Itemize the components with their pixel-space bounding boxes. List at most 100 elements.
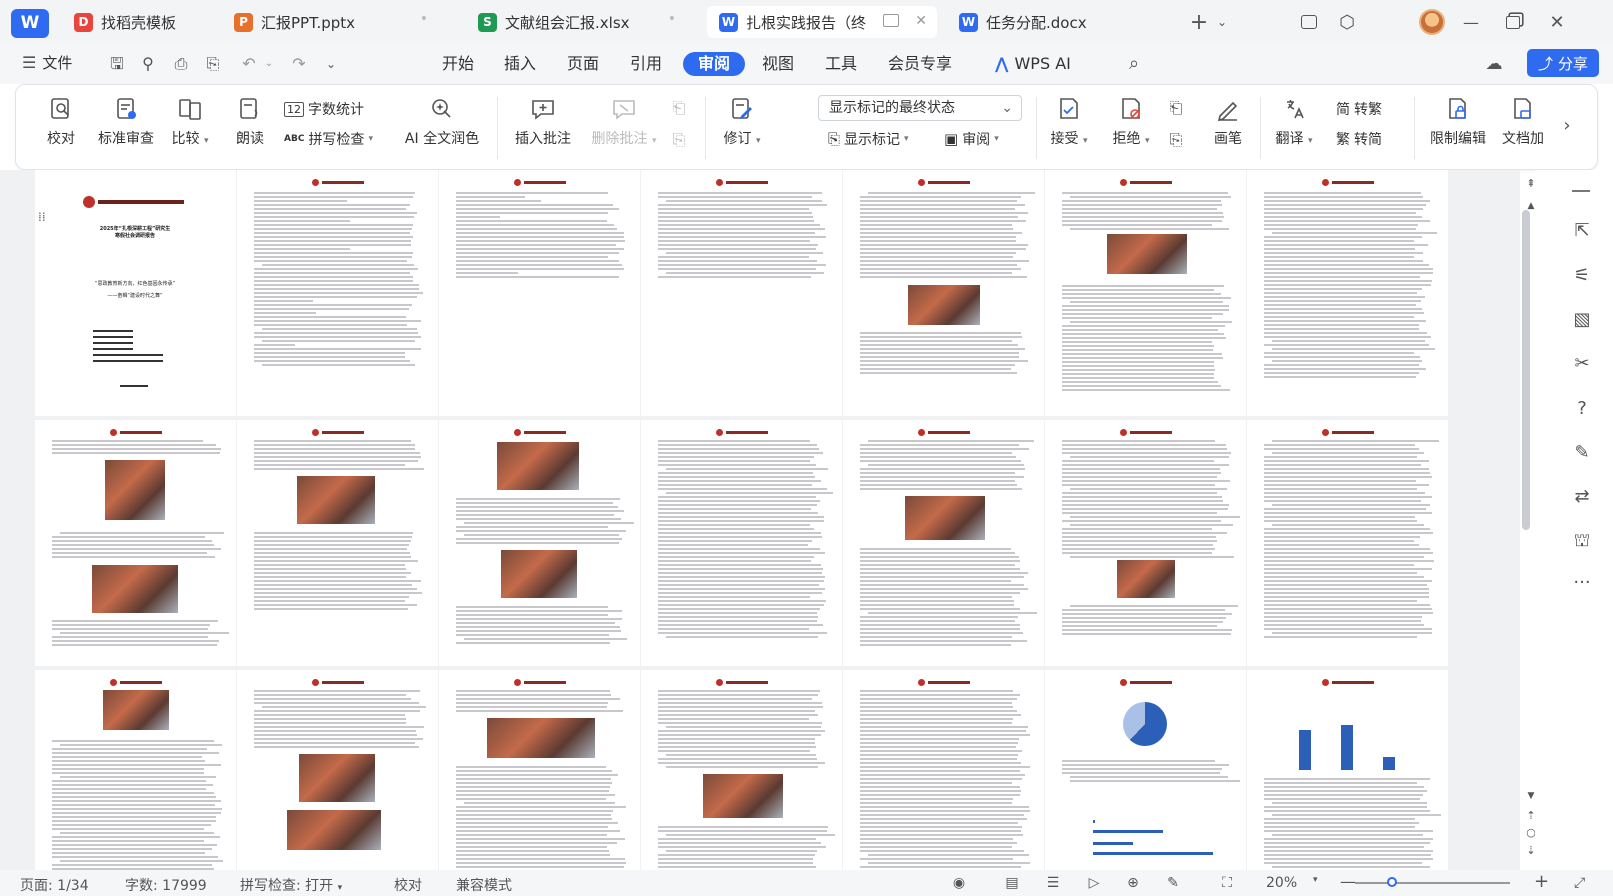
chevron-down-icon[interactable]: ⌄ <box>258 53 280 75</box>
write-icon[interactable]: ✎ <box>1164 874 1182 892</box>
minimize-icon[interactable]: — <box>1459 9 1483 35</box>
drag-handle-icon[interactable]: ⁞⁞ <box>38 211 46 223</box>
fullscreen-icon[interactable]: ⤢ <box>1574 875 1585 891</box>
page-thumbnail[interactable] <box>237 420 438 666</box>
zoom-slider-knob[interactable] <box>1387 877 1397 887</box>
chevron-right-icon[interactable]: › <box>1556 115 1578 137</box>
zoom-slider[interactable] <box>1355 882 1510 884</box>
help-icon[interactable]: ? <box>1569 396 1595 422</box>
read-aloud-button[interactable]: 朗读 <box>233 85 267 148</box>
to-simplified-button[interactable]: 繁 转简 <box>1336 129 1382 149</box>
menu-references[interactable]: 引用 <box>626 52 666 76</box>
page-thumbnail[interactable] <box>439 670 640 870</box>
close-window-icon[interactable]: ✕ <box>1545 9 1569 35</box>
review-pane-button[interactable]: ▣ 审阅 ▾ <box>944 129 999 149</box>
tab-docer[interactable]: D 找稻壳模板 <box>62 6 212 38</box>
wps-logo[interactable]: W <box>11 9 49 38</box>
page-thumbnail[interactable] <box>1247 170 1448 416</box>
more-quick-access-icon[interactable]: ⌄ <box>320 53 342 75</box>
cloud-icon[interactable]: ☁ <box>1483 53 1505 75</box>
screen-icon[interactable] <box>883 14 899 27</box>
standard-review-button[interactable]: 标准审查 <box>94 85 158 148</box>
word-count[interactable]: 字数: 17999 <box>125 875 207 895</box>
page-indicator[interactable]: 页面: 1/34 <box>20 875 89 895</box>
page-thumbnail[interactable] <box>1045 670 1246 870</box>
prev-comment-icon[interactable]: ⎗ <box>668 97 690 119</box>
adjust-icon[interactable]: ⚟ <box>1569 263 1595 289</box>
menu-insert[interactable]: 插入 <box>500 52 540 76</box>
to-traditional-button[interactable]: 简 转繁 <box>1336 99 1382 119</box>
spell-check-button[interactable]: ABC 拼写检查 ▾ <box>284 129 373 149</box>
revise-button[interactable]: 修订 ▾ <box>720 85 764 148</box>
next-comment-icon[interactable]: ⎘ <box>668 129 690 151</box>
page-view-icon[interactable]: ▤ <box>1003 874 1021 892</box>
prev-change-icon[interactable]: ⎗ <box>1165 97 1187 119</box>
file-menu[interactable]: ☰ 文件 <box>22 52 72 73</box>
tab-report[interactable]: W 扎根实践报告（终 ✕ <box>707 6 937 38</box>
page-thumbnail[interactable] <box>1247 420 1448 666</box>
ai-polish-button[interactable]: AI 全文润色 <box>401 85 483 148</box>
page-thumbnail[interactable] <box>843 170 1044 416</box>
page-thumbnail[interactable] <box>35 670 236 870</box>
translate-button[interactable]: 翻译 ▾ <box>1271 85 1317 148</box>
search-icon[interactable]: ⌕ <box>1123 53 1145 75</box>
page-thumbnail[interactable] <box>439 170 640 416</box>
undo-icon[interactable]: ↶ <box>238 53 260 75</box>
page-thumbnail[interactable] <box>641 420 842 666</box>
pen-icon[interactable]: ✎ <box>1569 440 1595 466</box>
menu-tools[interactable]: 工具 <box>821 52 861 76</box>
markup-state-select[interactable]: 显示标记的最终状态 ⌄ <box>818 95 1022 121</box>
menu-member[interactable]: 会员专享 <box>884 52 956 76</box>
tab-xlsx[interactable]: S 文献组会汇报.xlsx • <box>466 6 698 38</box>
page-thumbnail[interactable] <box>35 420 236 666</box>
vertical-scrollbar[interactable] <box>1522 210 1530 530</box>
document-area[interactable]: 2025年“扎根深耕工程”研究生 寒假社会调研报告 “思政教育新方向，红色基因永传… <box>0 170 1520 870</box>
fit-icon[interactable]: ⛶ <box>1218 874 1236 892</box>
menu-review[interactable]: 审阅 <box>683 52 745 76</box>
avatar[interactable] <box>1419 9 1445 35</box>
restrict-edit-button[interactable]: 限制编辑 <box>1427 85 1489 148</box>
select-cursor-icon[interactable]: ⇱ <box>1569 218 1595 244</box>
save-icon[interactable]: 🖫 <box>106 53 128 75</box>
accept-button[interactable]: 接受 ▾ <box>1046 85 1092 148</box>
output-icon[interactable]: ⚲ <box>137 53 159 75</box>
page-thumbnail[interactable] <box>641 670 842 870</box>
spellcheck-status[interactable]: 拼写检查: 打开 ▾ <box>240 875 342 895</box>
word-count-button[interactable]: 12 字数统计 <box>284 99 364 119</box>
restore-icon[interactable] <box>1501 9 1525 35</box>
zoom-out-icon[interactable]: — <box>1340 872 1356 891</box>
cube-icon[interactable]: ⬡ <box>1335 9 1359 35</box>
share-button[interactable]: ⤴ 分享 <box>1527 49 1599 77</box>
chevron-down-icon[interactable]: ▾ <box>1313 875 1318 885</box>
proofread-button[interactable]: 校对 <box>44 85 78 148</box>
tab-ppt[interactable]: P 汇报PPT.pptx • <box>222 6 450 38</box>
new-tab-icon[interactable]: + <box>1186 9 1212 35</box>
image-ai-icon[interactable]: ▧ <box>1569 307 1595 333</box>
chevron-down-icon[interactable]: ⌄ <box>1213 9 1231 35</box>
show-markup-button[interactable]: ⎘ 显示标记 ▾ <box>828 129 909 149</box>
wps-ai-menu[interactable]: ⋀ WPS AI <box>995 52 1091 76</box>
proof-status[interactable]: 校对 <box>394 875 422 895</box>
reject-button[interactable]: 拒绝 ▾ <box>1108 85 1154 148</box>
shirt-icon[interactable]: ⛫ <box>1569 528 1595 554</box>
outline-view-icon[interactable]: ☰ <box>1044 874 1062 892</box>
delete-comment-button[interactable]: 删除批注 ▾ <box>591 85 657 148</box>
tab-task[interactable]: W 任务分配.docx <box>947 6 1175 38</box>
pen-button[interactable]: 画笔 <box>1211 85 1245 148</box>
menu-home[interactable]: 开始 <box>438 52 478 76</box>
page-thumbnail[interactable]: 2025年“扎根深耕工程”研究生 寒假社会调研报告 “思政教育新方向，红色基因永传… <box>35 170 236 416</box>
page-thumbnail[interactable] <box>843 420 1044 666</box>
close-icon[interactable]: ✕ <box>915 13 927 29</box>
page-thumbnail[interactable] <box>1045 170 1246 416</box>
eye-icon[interactable]: ◉ <box>950 874 968 892</box>
tools-icon[interactable]: ✂ <box>1569 351 1595 377</box>
web-view-icon[interactable]: ⊕ <box>1124 874 1142 892</box>
page-thumbnail[interactable] <box>641 170 842 416</box>
redo-icon[interactable]: ↷ <box>288 53 310 75</box>
page-thumbnail[interactable] <box>237 170 438 416</box>
page-thumbnail[interactable] <box>237 670 438 870</box>
menu-view[interactable]: 视图 <box>758 52 798 76</box>
page-thumbnail[interactable] <box>843 670 1044 870</box>
play-icon[interactable]: ▷ <box>1085 874 1103 892</box>
menu-page[interactable]: 页面 <box>563 52 603 76</box>
